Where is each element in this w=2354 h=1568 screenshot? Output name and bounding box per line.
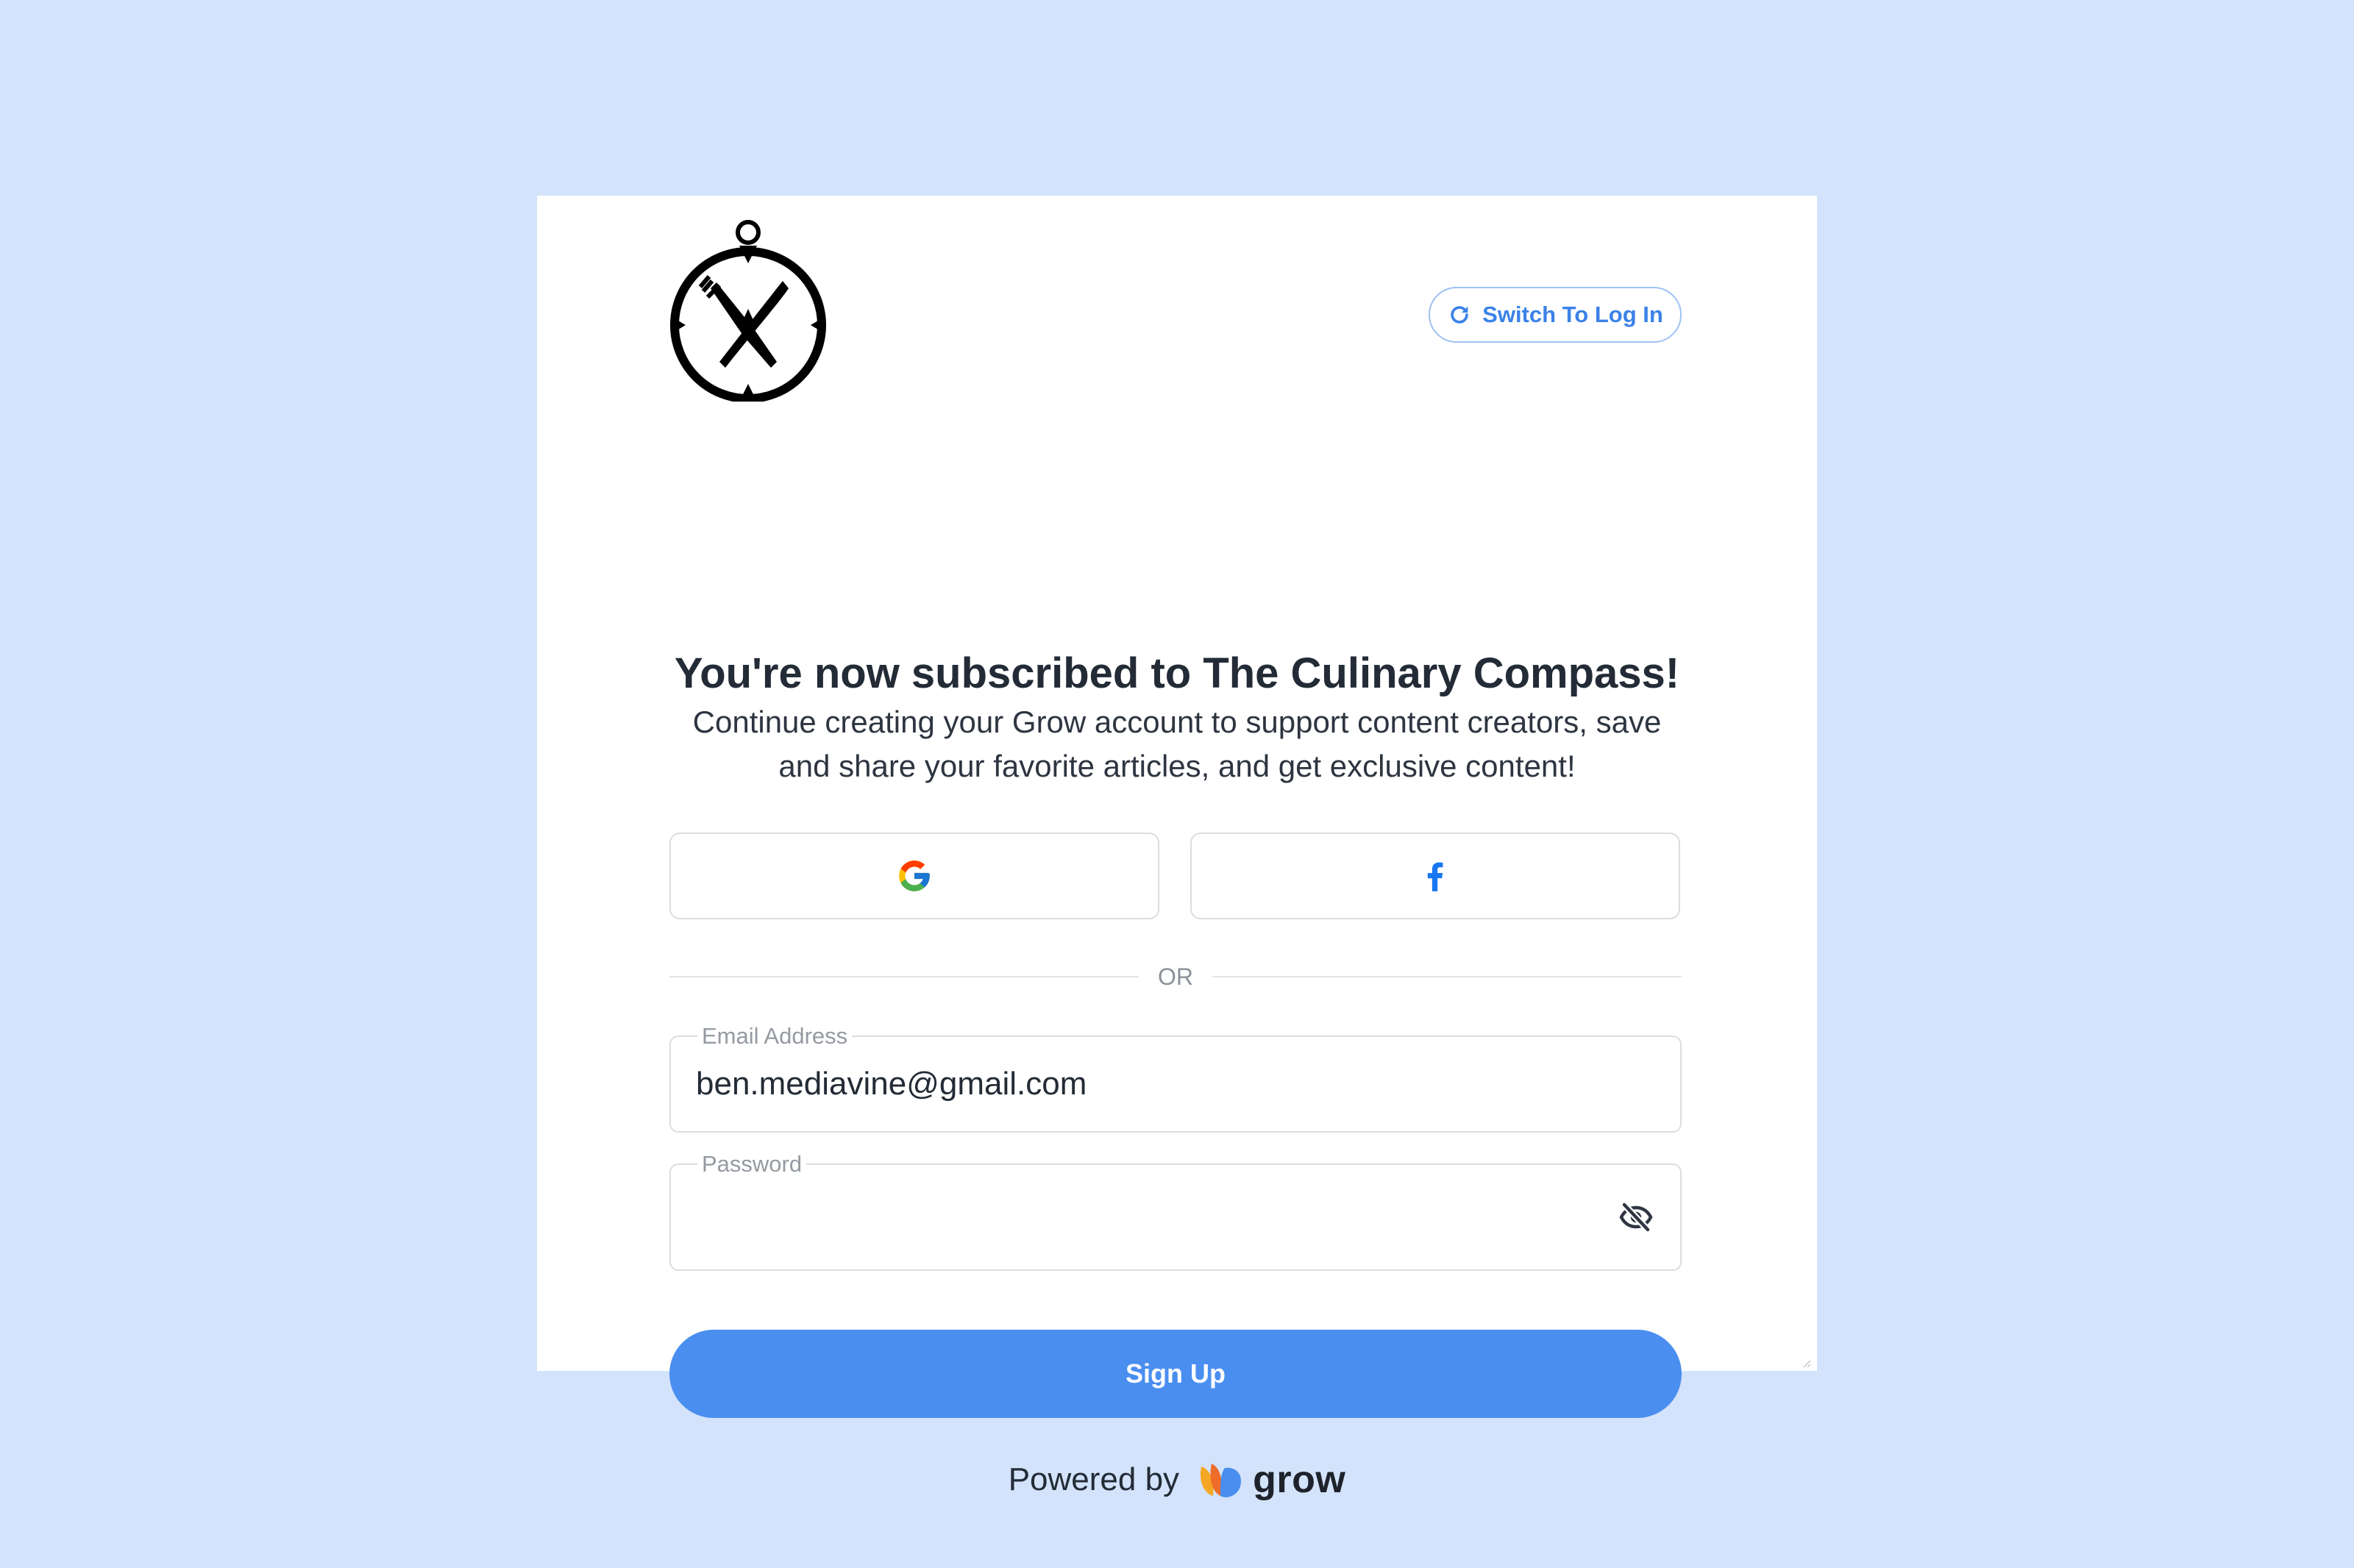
or-divider: OR (669, 961, 1682, 993)
password-field[interactable]: Password (669, 1150, 1682, 1271)
powered-by-label: Powered by (1008, 1461, 1180, 1497)
grow-leaf-icon (1201, 1464, 1242, 1497)
signup-card: Switch To Log In You're now subscribed t… (537, 196, 1817, 1501)
facebook-signin-button[interactable] (1190, 833, 1680, 919)
email-field-value[interactable]: ben.mediavine@gmail.com (696, 1037, 1087, 1131)
password-field-label: Password (697, 1150, 807, 1178)
resize-grip-icon[interactable] (1801, 1358, 1811, 1368)
compass-fork-knife-icon (670, 220, 826, 403)
facebook-icon (1427, 862, 1443, 891)
page-title: You're now subscribed to The Culinary Co… (674, 649, 1680, 697)
sign-up-button[interactable]: Sign Up (669, 1330, 1682, 1418)
switch-to-login-button[interactable]: Switch To Log In (1429, 287, 1682, 343)
google-icon (899, 860, 930, 891)
divider-label: OR (1158, 963, 1193, 990)
google-signin-button[interactable] (669, 833, 1159, 919)
email-field[interactable]: Email Address ben.mediavine@gmail.com (669, 1022, 1682, 1133)
culinary-compass-logo (666, 218, 830, 403)
grow-logo[interactable]: grow (1195, 1458, 1345, 1502)
subtitle: Continue creating your Grow account to s… (692, 705, 1662, 783)
grow-wordmark: grow (1253, 1458, 1346, 1501)
divider-line-right (1212, 976, 1682, 977)
refresh-icon (1451, 306, 1468, 324)
divider-line-left (669, 976, 1139, 977)
powered-by-footer: Powered by grow (537, 1458, 1817, 1502)
switch-to-login-label: Switch To Log In (1482, 302, 1663, 327)
eye-slash-icon[interactable] (1618, 1200, 1654, 1235)
